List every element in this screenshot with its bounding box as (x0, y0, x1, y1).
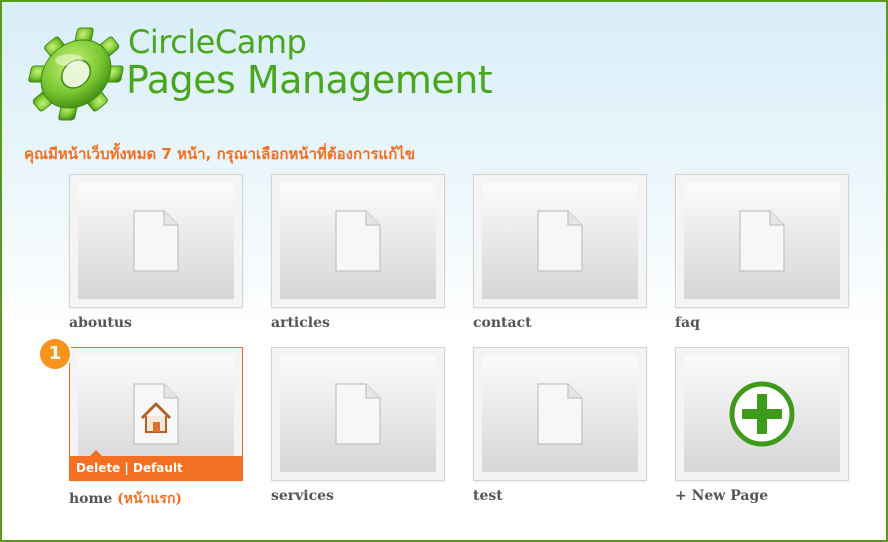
page-thumbnail[interactable] (271, 347, 445, 481)
homepage-tag: (หน้าแรก) (117, 491, 183, 507)
delete-link[interactable]: Delete (76, 461, 120, 475)
page-title: Pages Management (126, 58, 493, 102)
document-icon (537, 383, 583, 445)
page-card-home[interactable]: Delete | Default home (หน้าแรก) (69, 347, 243, 510)
plus-circle-icon (729, 381, 795, 447)
brand-name: CircleCamp (128, 23, 307, 61)
instruction-text: คุณมีหน้าเว็บทั้งหมด 7 หน้า, กรุณาเลือกห… (24, 145, 416, 163)
page-card-services[interactable]: services (271, 347, 445, 504)
page-thumbnail[interactable]: Delete | Default (69, 347, 243, 481)
page-card-contact[interactable]: contact (473, 174, 647, 331)
page-label[interactable]: home (หน้าแรก) (69, 488, 243, 510)
new-page-card[interactable]: + New Page (675, 347, 849, 504)
new-page-label[interactable]: + New Page (675, 488, 849, 504)
page-label[interactable]: faq (675, 315, 849, 331)
page-frame: CircleCamp Pages Management คุณมีหน้าเว็… (0, 0, 888, 542)
page-thumbnail[interactable] (675, 174, 849, 308)
page-card-articles[interactable]: articles (271, 174, 445, 331)
page-label[interactable]: aboutus (69, 315, 243, 331)
page-thumbnail[interactable] (271, 174, 445, 308)
page-label[interactable]: articles (271, 315, 445, 331)
gear-logo-icon (28, 27, 124, 121)
document-icon (537, 210, 583, 272)
page-label[interactable]: test (473, 488, 647, 504)
page-label[interactable]: services (271, 488, 445, 504)
page-label[interactable]: contact (473, 315, 647, 331)
page-thumbnail[interactable] (473, 174, 647, 308)
document-icon (739, 210, 785, 272)
action-separator: | (120, 461, 133, 475)
new-page-thumbnail[interactable] (675, 347, 849, 481)
document-icon (133, 210, 179, 272)
page-card-faq[interactable]: faq (675, 174, 849, 331)
page-thumbnail[interactable] (69, 174, 243, 308)
step-number-badge: 1 (40, 339, 70, 369)
home-document-icon (133, 383, 179, 445)
page-action-bar: Delete | Default (70, 450, 242, 480)
page-card-aboutus[interactable]: aboutus (69, 174, 243, 331)
document-icon (335, 383, 381, 445)
page-thumbnail[interactable] (473, 347, 647, 481)
document-icon (335, 210, 381, 272)
page-card-test[interactable]: test (473, 347, 647, 504)
default-link[interactable]: Default (133, 461, 183, 475)
